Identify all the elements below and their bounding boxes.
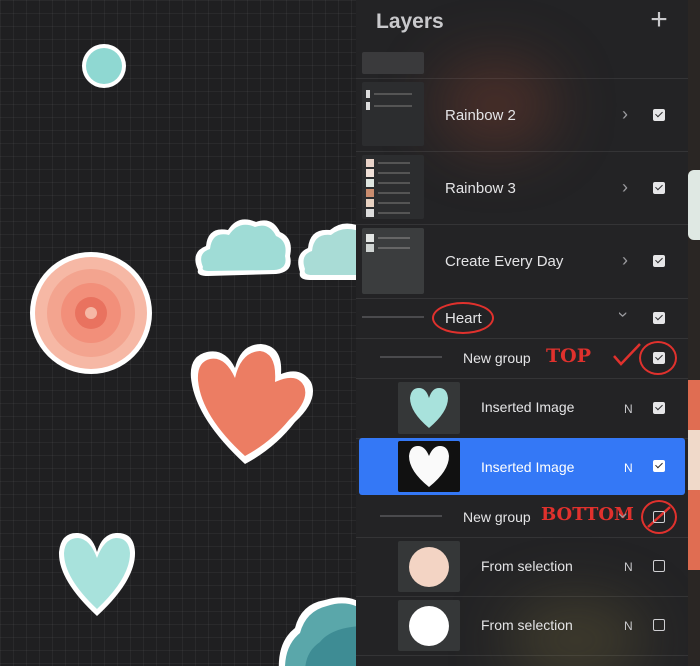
chevron-right-icon[interactable]: › [622,250,628,271]
plus-icon[interactable]: + [646,5,672,35]
layer-row-inserted-image-selected[interactable]: Inserted Image N [359,438,685,495]
chevron-down-icon[interactable]: › [613,513,634,519]
drawing-canvas[interactable] [0,0,356,666]
layers-header: Layers + [356,0,688,48]
layer-name: Rainbow 2 [445,107,516,124]
visibility-checkbox[interactable] [653,352,665,364]
visibility-checkbox[interactable] [653,109,665,121]
visibility-checkbox[interactable] [653,560,665,572]
visibility-checkbox[interactable] [653,182,665,194]
blend-mode[interactable]: N [624,619,633,633]
visibility-checkbox[interactable] [653,402,665,414]
annotation-top: TOP [546,345,591,367]
blend-mode[interactable]: N [624,461,633,475]
annotation-checkmark [613,343,641,366]
canvas-edge-right [688,0,700,666]
layer-row-create-every-day[interactable]: Create Every Day › [356,224,688,299]
layer-row-partial[interactable] [356,48,688,79]
layer-row-new-group-top[interactable]: New group TOP [356,338,688,379]
blend-mode[interactable]: N [624,560,633,574]
visibility-checkbox[interactable] [653,460,665,472]
layer-row-heart[interactable]: Heart › [356,298,688,339]
cloud-sticker [195,219,291,276]
visibility-checkbox[interactable] [653,619,665,631]
layer-thumbnail [398,541,460,592]
chevron-down-icon[interactable]: › [613,312,634,318]
layer-name: From selection [481,617,573,633]
shell-sticker [190,344,313,464]
layer-thumbnail [362,82,424,146]
teal-flower-sticker [278,597,356,666]
layer-row-inserted-image[interactable]: Inserted Image N [356,378,688,439]
layer-name: Create Every Day [445,253,564,270]
layer-thumbnail [398,441,460,492]
layer-name: New group [463,509,531,525]
layer-row-rainbow-2[interactable]: Rainbow 2 › [356,78,688,152]
layer-name: Inserted Image [481,459,575,475]
layer-thumbnail [362,228,424,294]
layer-name: Inserted Image [481,399,575,415]
layer-row-from-selection-2[interactable]: From selection N [356,596,688,656]
visibility-checkbox[interactable] [653,312,665,324]
group-line [380,515,442,517]
heart-sticker [58,532,136,616]
layer-row-rainbow-3[interactable]: Rainbow 3 › [356,151,688,225]
teal-dot-sticker [82,44,126,88]
layer-name: From selection [481,558,573,574]
visibility-checkbox[interactable] [653,255,665,267]
chevron-right-icon[interactable]: › [622,177,628,198]
layer-thumbnail [362,155,424,219]
group-line [362,316,424,318]
flower-sticker [30,252,152,374]
layer-row-from-selection[interactable]: From selection N [356,537,688,597]
panel-title: Layers [376,10,444,33]
layer-thumbnail [398,600,460,651]
layer-name: Rainbow 3 [445,180,516,197]
chevron-right-icon[interactable]: › [622,104,628,125]
layers-panel: Layers + Rainbow 2 › Rainbow 3 › Create … [356,0,688,666]
layer-name: New group [463,350,531,366]
annotation-circle-heart [432,302,494,334]
group-line [380,356,442,358]
visibility-checkbox[interactable] [653,511,665,523]
cloud-sticker-2 [298,223,356,280]
layer-thumbnail [398,382,460,434]
blend-mode[interactable]: N [624,402,633,416]
layer-row-new-group-bottom[interactable]: New group BOTTOM › [356,497,688,538]
